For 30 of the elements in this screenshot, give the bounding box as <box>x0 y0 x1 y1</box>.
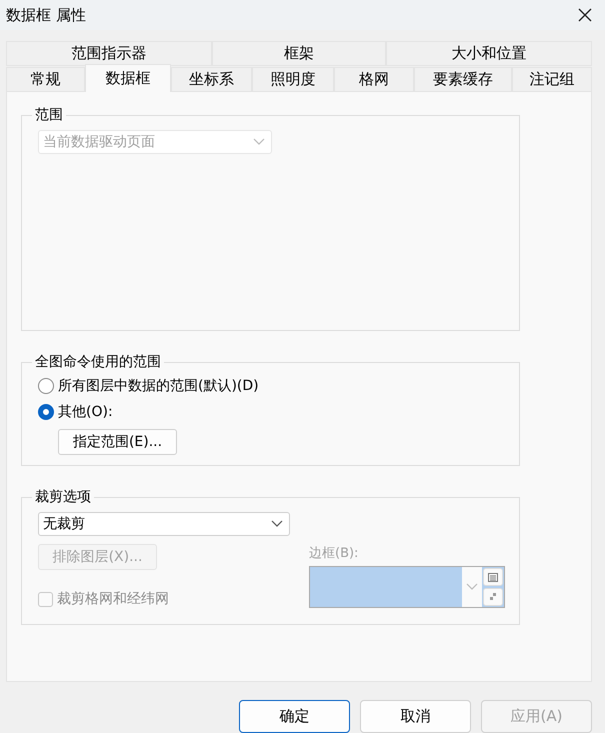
tab[interactable]: 要素缓存 <box>414 67 512 92</box>
tab[interactable]: 数据框 <box>85 64 171 92</box>
tab[interactable]: 坐标系 <box>171 67 252 92</box>
chevron-down-icon <box>253 138 265 146</box>
clip-dropdown[interactable]: 无裁剪 <box>38 512 290 536</box>
properties-icon[interactable] <box>483 588 503 606</box>
group-title: 全图命令使用的范围 <box>34 353 162 371</box>
chevron-down-icon <box>271 520 283 528</box>
border-label: 边框(B): <box>309 545 360 562</box>
group-title: 裁剪选项 <box>34 488 92 506</box>
radio-button[interactable] <box>38 404 54 420</box>
tab[interactable]: 大小和位置 <box>386 41 592 66</box>
radio-button[interactable] <box>38 378 54 394</box>
tab[interactable]: 照明度 <box>252 67 334 92</box>
chevron-down-icon <box>466 583 478 591</box>
radio-option[interactable]: 所有图层中数据的范围(默认)(D) <box>38 377 505 395</box>
dialog-button[interactable]: 取消 <box>360 700 471 733</box>
dialog-button[interactable]: 确定 <box>239 700 350 733</box>
specify-extent-button[interactable]: 指定范围(E)... <box>58 429 177 455</box>
tab[interactable]: 范围指示器 <box>6 41 212 66</box>
border-symbol-preview[interactable] <box>309 566 505 608</box>
window-title: 数据框 属性 <box>6 6 86 24</box>
tab[interactable]: 框架 <box>212 41 386 66</box>
tab[interactable]: 格网 <box>334 67 414 92</box>
close-icon[interactable] <box>577 7 593 23</box>
tab[interactable]: 注记组 <box>512 67 592 92</box>
tab[interactable]: 常规 <box>6 67 85 92</box>
group-title: 范围 <box>34 106 64 124</box>
list-icon[interactable] <box>483 568 503 586</box>
radio-option[interactable]: 其他(O): <box>38 403 505 421</box>
